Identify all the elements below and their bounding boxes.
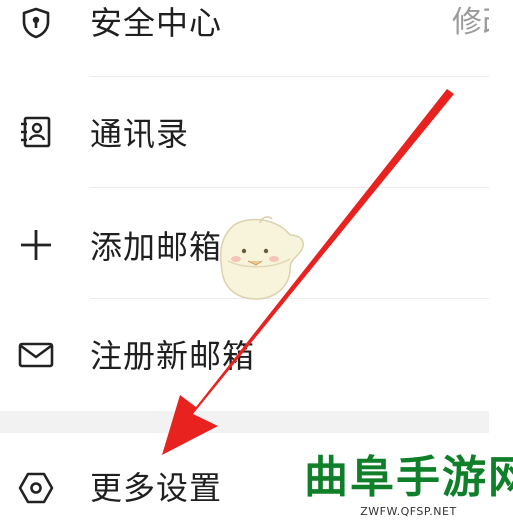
- screen-edge: [489, 0, 513, 521]
- menu-item-label: 添加邮箱: [90, 228, 223, 266]
- menu-item-register-mailbox[interactable]: 注册新邮箱: [0, 299, 489, 411]
- hexagon-settings-icon: [17, 469, 55, 507]
- modify-link[interactable]: 修改: [452, 3, 489, 43]
- settings-screen: 安全中心 修改 通讯录 添加邮箱: [0, 0, 513, 521]
- contacts-book-icon: [17, 113, 55, 151]
- menu-item-security[interactable]: 安全中心 修改: [0, 0, 489, 76]
- watermark-logo: 曲阜手游网 ZWFW.QFSP.NET: [304, 452, 513, 521]
- menu-item-contacts[interactable]: 通讯录: [0, 77, 489, 187]
- shield-lock-icon: [17, 4, 55, 42]
- section-separator: [0, 411, 489, 433]
- watermark-url: ZWFW.QFSP.NET: [360, 505, 457, 518]
- menu-item-label: 更多设置: [90, 469, 223, 507]
- menu-item-label: 安全中心: [90, 4, 223, 42]
- envelope-icon: [17, 336, 55, 374]
- plus-icon: [17, 226, 55, 264]
- watermark-title: 曲阜手游网: [304, 452, 513, 503]
- bird-mascot: [210, 213, 310, 305]
- menu-item-label: 通讯录: [90, 115, 190, 153]
- menu-item-label: 注册新邮箱: [90, 337, 256, 375]
